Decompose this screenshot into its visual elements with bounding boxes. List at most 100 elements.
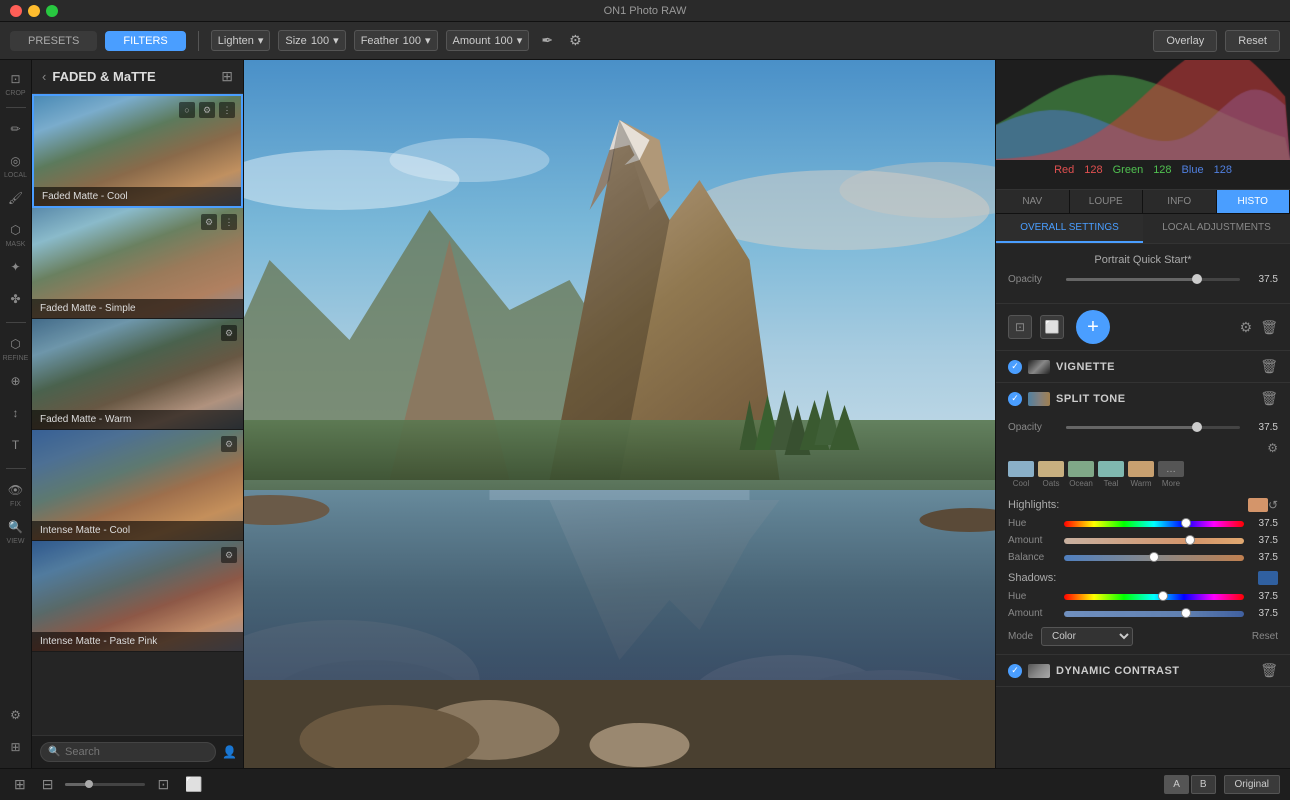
feather-select[interactable]: Feather 100 ▾ bbox=[354, 30, 438, 51]
preset-icon-gear-5[interactable]: ⚙ bbox=[221, 547, 237, 563]
preset-icons-1: ○ ⚙ ⋮ bbox=[179, 102, 235, 118]
zoom-slider-track[interactable] bbox=[65, 783, 145, 786]
original-view-button[interactable]: Original bbox=[1224, 775, 1280, 794]
lighten-select[interactable]: Lighten ▾ bbox=[211, 30, 271, 51]
layers-icon[interactable]: ⊡ bbox=[1008, 315, 1032, 339]
preset-item-faded-matte-cool[interactable]: Faded Matte - Cool ○ ⚙ ⋮ bbox=[32, 94, 243, 208]
presets-grid-toggle[interactable]: ⊞ bbox=[221, 68, 233, 85]
preset-icon-gear-3[interactable]: ⚙ bbox=[221, 325, 237, 341]
retouch-tool-icon[interactable]: ✏ bbox=[3, 116, 29, 142]
split-tone-delete-button[interactable]: 🗑 bbox=[1260, 390, 1278, 407]
tab-local-adjustments[interactable]: LOCAL ADJUSTMENTS bbox=[1143, 214, 1290, 243]
preset-icon-circle-1[interactable]: ○ bbox=[179, 102, 195, 118]
mode-label: Mode bbox=[1008, 631, 1033, 642]
preset-item-faded-matte-warm[interactable]: Faded Matte - Warm ⚙ bbox=[32, 319, 243, 430]
size-select[interactable]: Size 100 ▾ bbox=[278, 30, 345, 51]
split-tone-settings-icon[interactable]: ⚙ bbox=[1267, 441, 1278, 455]
move-tool-icon[interactable]: ↕ bbox=[3, 400, 29, 426]
balance-slider[interactable] bbox=[1064, 555, 1244, 561]
preset-icon-gear-1[interactable]: ⚙ bbox=[199, 102, 215, 118]
brush-tool-icon[interactable]: 🖌 bbox=[3, 185, 29, 211]
amount-highlights-slider[interactable] bbox=[1064, 538, 1244, 544]
mask-tool-icon[interactable]: ⬡ bbox=[3, 217, 29, 243]
filters-tab[interactable]: FILTERS bbox=[105, 31, 185, 51]
shadows-color-swatch[interactable] bbox=[1258, 571, 1278, 585]
nav-tab-loupe[interactable]: LOUPE bbox=[1070, 190, 1144, 213]
histogram-panel-icon[interactable]: ⊟ bbox=[38, 774, 58, 795]
dynamic-contrast-checkbox[interactable]: ✓ bbox=[1008, 664, 1022, 678]
maximize-button[interactable] bbox=[46, 5, 58, 17]
crop-tool-icon[interactable]: ⊡ bbox=[3, 66, 29, 92]
tab-overall-settings[interactable]: OVERALL SETTINGS bbox=[996, 214, 1143, 243]
split-tone-checkbox[interactable]: ✓ bbox=[1008, 392, 1022, 406]
search-person-icon[interactable]: 👤 bbox=[222, 742, 237, 762]
color-swatch-more[interactable]: … bbox=[1158, 461, 1184, 477]
eyedropper-icon[interactable]: ✒ bbox=[537, 30, 557, 51]
dynamic-contrast-header: ✓ DYNAMIC CONTRAST 🗑 bbox=[996, 655, 1290, 686]
nav-tab-info[interactable]: INFO bbox=[1143, 190, 1217, 213]
color-swatch-oats[interactable] bbox=[1038, 461, 1064, 477]
preset-item-intense-matte-cool[interactable]: Intense Matte - Cool ⚙ bbox=[32, 430, 243, 541]
settings-bottom-icon[interactable]: ⚙ bbox=[3, 702, 29, 728]
hue-highlights-slider[interactable] bbox=[1064, 521, 1244, 527]
split-tone-reset-link[interactable]: Reset bbox=[1252, 631, 1278, 642]
fit-view-icon[interactable]: ⊡ bbox=[153, 774, 173, 795]
amount-highlights-value: 37.5 bbox=[1250, 535, 1278, 546]
grid-bottom-icon[interactable]: ⊞ bbox=[3, 734, 29, 760]
gear-icon[interactable]: ⚙ bbox=[565, 30, 586, 51]
search-input[interactable] bbox=[40, 742, 216, 762]
back-arrow-icon[interactable]: ‹ bbox=[42, 69, 46, 84]
shadow-amount-slider[interactable] bbox=[1064, 611, 1244, 617]
view-btn-a[interactable]: A bbox=[1164, 775, 1189, 794]
overlay-button[interactable]: Overlay bbox=[1153, 30, 1217, 52]
histogram-blue-label: Blue bbox=[1182, 164, 1204, 176]
local-tool-label: LOCAL bbox=[4, 172, 27, 179]
amount-select[interactable]: Amount 100 ▾ bbox=[446, 30, 530, 51]
preset-icon-gear-2[interactable]: ⚙ bbox=[201, 214, 217, 230]
clone-tool-icon[interactable]: ✦ bbox=[3, 254, 29, 280]
refine-tool-icon[interactable]: ⬡ bbox=[3, 331, 29, 357]
vignette-checkbox[interactable]: ✓ bbox=[1008, 360, 1022, 374]
color-swatch-teal[interactable] bbox=[1098, 461, 1124, 477]
vignette-delete-button[interactable]: 🗑 bbox=[1260, 358, 1278, 375]
zoom-tool-icon[interactable]: 🔍 bbox=[3, 514, 29, 540]
fullscreen-icon[interactable]: ⬜ bbox=[181, 774, 206, 795]
reset-button[interactable]: Reset bbox=[1225, 30, 1280, 52]
add-filter-button[interactable]: + bbox=[1076, 310, 1110, 344]
preset-item-faded-matte-simple[interactable]: Faded Matte - Simple ⚙ ⋮ bbox=[32, 208, 243, 319]
presets-tab[interactable]: PRESETS bbox=[10, 31, 97, 51]
layers-panel-icon[interactable]: ⊞ bbox=[10, 774, 30, 795]
filter-trash-icon[interactable]: 🗑 bbox=[1260, 319, 1278, 336]
mode-select[interactable]: Color Luminosity bbox=[1041, 627, 1133, 646]
preset-item-intense-matte-paste-pink[interactable]: Intense Matte - Paste Pink ⚙ bbox=[32, 541, 243, 652]
highlights-color-swatch[interactable] bbox=[1248, 498, 1268, 512]
color-swatch-ocean[interactable] bbox=[1068, 461, 1094, 477]
shadow-hue-slider[interactable] bbox=[1064, 594, 1244, 600]
compare-icon[interactable]: ⬜ bbox=[1040, 315, 1064, 339]
presets-panel-title: FADED & MaTTE bbox=[52, 69, 215, 84]
view-tool-icon[interactable]: 👁 bbox=[3, 477, 29, 503]
stamp-tool-icon[interactable]: ⊕ bbox=[3, 368, 29, 394]
filter-gear-icon[interactable]: ⚙ bbox=[1240, 319, 1253, 336]
close-button[interactable] bbox=[10, 5, 22, 17]
minimize-button[interactable] bbox=[28, 5, 40, 17]
local-tool-icon[interactable]: ◎ bbox=[3, 148, 29, 174]
color-swatch-warm[interactable] bbox=[1128, 461, 1154, 477]
type-tool-icon[interactable]: T bbox=[3, 432, 29, 458]
nav-tab-nav[interactable]: NAV bbox=[996, 190, 1070, 213]
color-swatch-cool[interactable] bbox=[1008, 461, 1034, 477]
nav-tab-histo[interactable]: HISTO bbox=[1217, 190, 1290, 213]
highlights-reset-icon[interactable]: ↺ bbox=[1268, 498, 1278, 512]
tool-group-clone: ✦ bbox=[3, 254, 29, 280]
healing-tool-icon[interactable]: ✤ bbox=[3, 286, 29, 312]
preset-icon-dots-2[interactable]: ⋮ bbox=[221, 214, 237, 230]
dynamic-contrast-delete-button[interactable]: 🗑 bbox=[1260, 662, 1278, 679]
opacity-slider-track[interactable] bbox=[1066, 278, 1240, 281]
split-tone-opacity-track[interactable] bbox=[1066, 426, 1240, 429]
tool-group-refine: ⬡ REFINE bbox=[3, 331, 29, 362]
view-btn-b[interactable]: B bbox=[1191, 775, 1216, 794]
shadows-header: Shadows: bbox=[1008, 571, 1278, 585]
preset-icon-dots-1[interactable]: ⋮ bbox=[219, 102, 235, 118]
preset-icon-gear-4[interactable]: ⚙ bbox=[221, 436, 237, 452]
shadow-hue-thumb bbox=[1158, 591, 1168, 601]
